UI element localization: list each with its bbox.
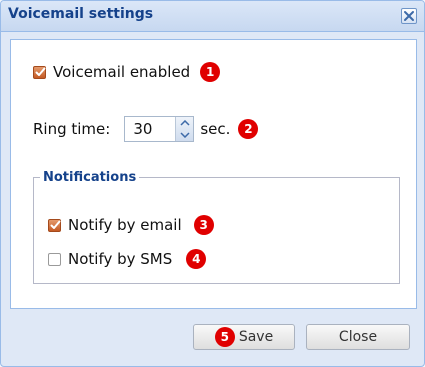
ring-time-label: Ring time: — [33, 120, 111, 138]
voicemail-enabled-row[interactable]: Voicemail enabled 1 — [33, 62, 221, 82]
notifications-fieldset: Notifications Notify by email 3 Notify b… — [33, 170, 400, 284]
close-button[interactable]: Close — [306, 324, 410, 350]
voicemail-settings-dialog: Voicemail settings Voicemail enabled 1 R… — [0, 0, 425, 367]
spinner-down-icon[interactable] — [176, 129, 193, 141]
callout-badge-4: 4 — [186, 249, 207, 269]
spinner-up-icon[interactable] — [176, 117, 193, 129]
callout-badge-1: 1 — [200, 62, 221, 82]
ring-time-spinner[interactable]: 30 — [124, 116, 195, 142]
callout-badge-5: 5 — [214, 327, 235, 347]
voicemail-enabled-checkbox[interactable] — [33, 65, 46, 79]
notify-sms-label[interactable]: Notify by SMS — [68, 250, 172, 268]
save-button[interactable]: 5 Save — [193, 324, 295, 350]
notify-sms-row[interactable]: Notify by SMS 4 — [48, 249, 207, 269]
notify-email-checkbox[interactable] — [48, 218, 61, 232]
ring-time-unit: sec. — [200, 120, 231, 138]
save-button-label[interactable]: Save — [239, 329, 273, 345]
voicemail-enabled-label[interactable]: Voicemail enabled — [53, 63, 190, 81]
dialog-body: Voicemail enabled 1 Ring time: 30 sec. 2 — [10, 39, 417, 309]
close-button-label[interactable]: Close — [339, 329, 377, 345]
ring-time-row: Ring time: 30 sec. 2 — [33, 116, 259, 142]
notify-email-label[interactable]: Notify by email — [68, 216, 182, 234]
callout-badge-2: 2 — [238, 119, 259, 139]
notify-email-row[interactable]: Notify by email 3 — [48, 215, 214, 235]
close-icon[interactable] — [401, 8, 417, 24]
notify-sms-checkbox[interactable] — [48, 252, 61, 266]
notifications-legend: Notifications — [43, 170, 137, 185]
dialog-title: Voicemail settings — [8, 6, 154, 22]
ring-time-value[interactable]: 30 — [125, 120, 175, 138]
dialog-titlebar: Voicemail settings — [1, 1, 424, 32]
callout-badge-3: 3 — [193, 215, 214, 235]
spinner-buttons[interactable] — [175, 117, 194, 141]
